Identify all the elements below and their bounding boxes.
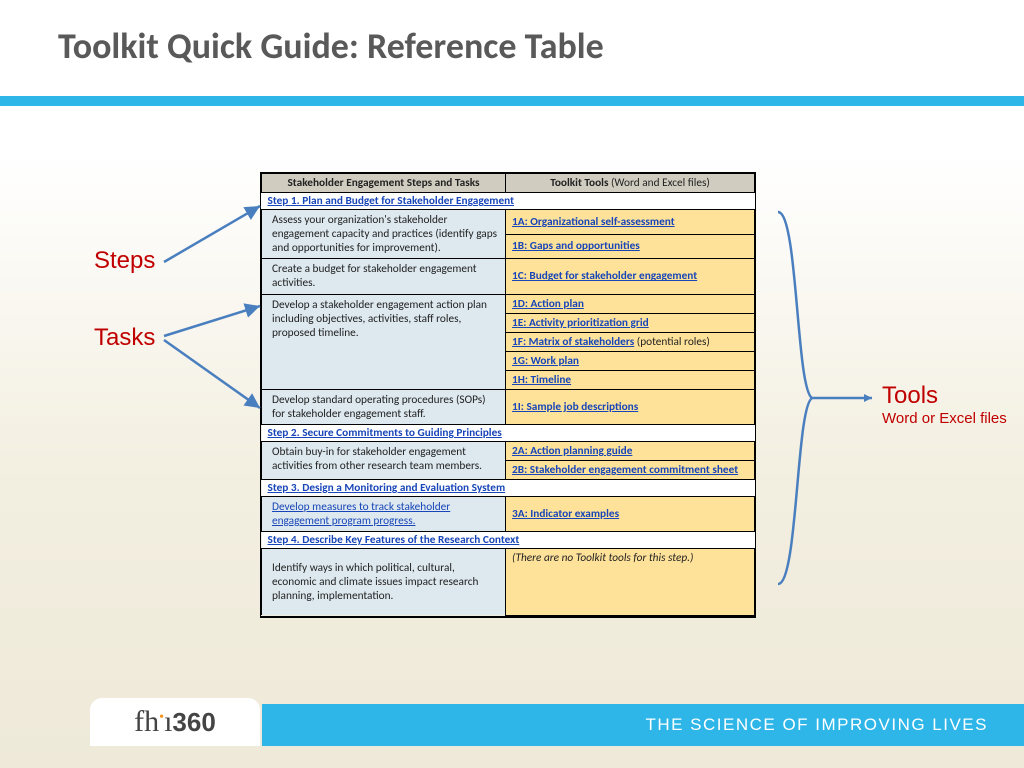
footer-bar: THE SCIENCE OF IMPROVING LIVES [262,704,1024,746]
task-cell: Create a budget for stakeholder engageme… [262,259,506,294]
tool-cell: 1G: Work plan [506,351,755,370]
table-row: Develop a stakeholder engagement action … [262,294,755,313]
tool-cell: 1E: Activity prioritization grid [506,313,755,332]
task-cell: Assess your organization's stakeholder e… [262,210,506,259]
table-header-row: Stakeholder Engagement Steps and Tasks T… [262,174,755,193]
tool-cell: 2B: Stakeholder engagement commitment sh… [506,460,755,479]
step-link[interactable]: Step 2. Secure Commitments to Guiding Pr… [268,426,502,440]
task-link[interactable]: Develop measures to track stakeholder en… [272,500,450,528]
tool-cell: 1H: Timeline [506,370,755,389]
annotation-tasks: Tasks [94,324,155,352]
tool-link[interactable]: 3A: Indicator examples [512,507,619,521]
task-cell: Obtain buy-in for stakeholder engagement… [262,441,506,479]
tool-cell: 2A: Action planning guide [506,441,755,460]
tool-cell: 3A: Indicator examples [506,496,755,531]
tool-cell: 1A: Organizational self-assessment [506,210,755,235]
annotation-tools: Tools Word or Excel files [882,384,1007,427]
tool-link[interactable]: 1H: Timeline [512,373,571,387]
logo-wrap: fh•ı360 [90,698,260,746]
step-header: Step 3. Design a Monitoring and Evaluati… [262,479,755,496]
tool-cell: 1C: Budget for stakeholder engagement [506,259,755,294]
tool-cell: 1I: Sample job descriptions [506,389,755,424]
brace-tools [768,208,878,588]
table-row: Create a budget for stakeholder engageme… [262,259,755,294]
task-cell: Identify ways in which political, cultur… [262,548,506,615]
tool-link[interactable]: 1B: Gaps and opportunities [512,239,640,253]
step-link[interactable]: Step 3. Design a Monitoring and Evaluati… [268,481,506,495]
tool-link[interactable]: 1C: Budget for stakeholder engagement [512,269,697,283]
header-right: Toolkit Tools (Word and Excel files) [506,174,755,193]
tool-link[interactable]: 1E: Activity prioritization grid [512,316,649,330]
tool-link[interactable]: 1A: Organizational self-assessment [512,215,675,229]
table-row: Identify ways in which political, cultur… [262,548,755,615]
table-row: Develop measures to track stakeholder en… [262,496,755,531]
title-divider [0,96,1024,106]
step-header: Step 1. Plan and Budget for Stakeholder … [262,193,755,210]
table-row: Develop standard operating procedures (S… [262,389,755,424]
annotation-steps: Steps [94,247,155,275]
reference-table-wrap: Stakeholder Engagement Steps and Tasks T… [260,172,756,618]
arrow-steps [160,200,270,270]
tool-cell: 1D: Action plan [506,294,755,313]
task-cell: Develop standard operating procedures (S… [262,389,506,424]
table-row: Obtain buy-in for stakeholder engagement… [262,441,755,460]
step-header: Step 2. Secure Commitments to Guiding Pr… [262,424,755,441]
tool-cell: (There are no Toolkit tools for this ste… [506,548,755,615]
tool-link[interactable]: 1I: Sample job descriptions [512,400,638,414]
tool-cell: 1B: Gaps and opportunities [506,234,755,259]
arrow-tasks [160,300,270,420]
step-header: Step 4. Describe Key Features of the Res… [262,531,755,548]
table-row: Assess your organization's stakeholder e… [262,210,755,235]
fhi360-logo: fh•ı360 [134,705,216,739]
tool-link[interactable]: 2A: Action planning guide [512,444,632,458]
step-link[interactable]: Step 4. Describe Key Features of the Res… [268,533,520,547]
footer-tagline: THE SCIENCE OF IMPROVING LIVES [645,715,988,735]
step-link[interactable]: Step 1. Plan and Budget for Stakeholder … [268,194,515,208]
task-cell: Develop a stakeholder engagement action … [262,294,506,389]
header-left: Stakeholder Engagement Steps and Tasks [262,174,506,193]
tool-cell: 1F: Matrix of stakeholders (potential ro… [506,332,755,351]
tool-link[interactable]: 1D: Action plan [512,297,584,311]
tool-link[interactable]: 1F: Matrix of stakeholders [512,335,634,349]
tool-link[interactable]: 2B: Stakeholder engagement commitment sh… [512,463,738,477]
reference-table: Stakeholder Engagement Steps and Tasks T… [261,173,755,616]
page-title: Toolkit Quick Guide: Reference Table [58,24,604,68]
task-cell: Develop measures to track stakeholder en… [262,496,506,531]
tool-link[interactable]: 1G: Work plan [512,354,579,368]
